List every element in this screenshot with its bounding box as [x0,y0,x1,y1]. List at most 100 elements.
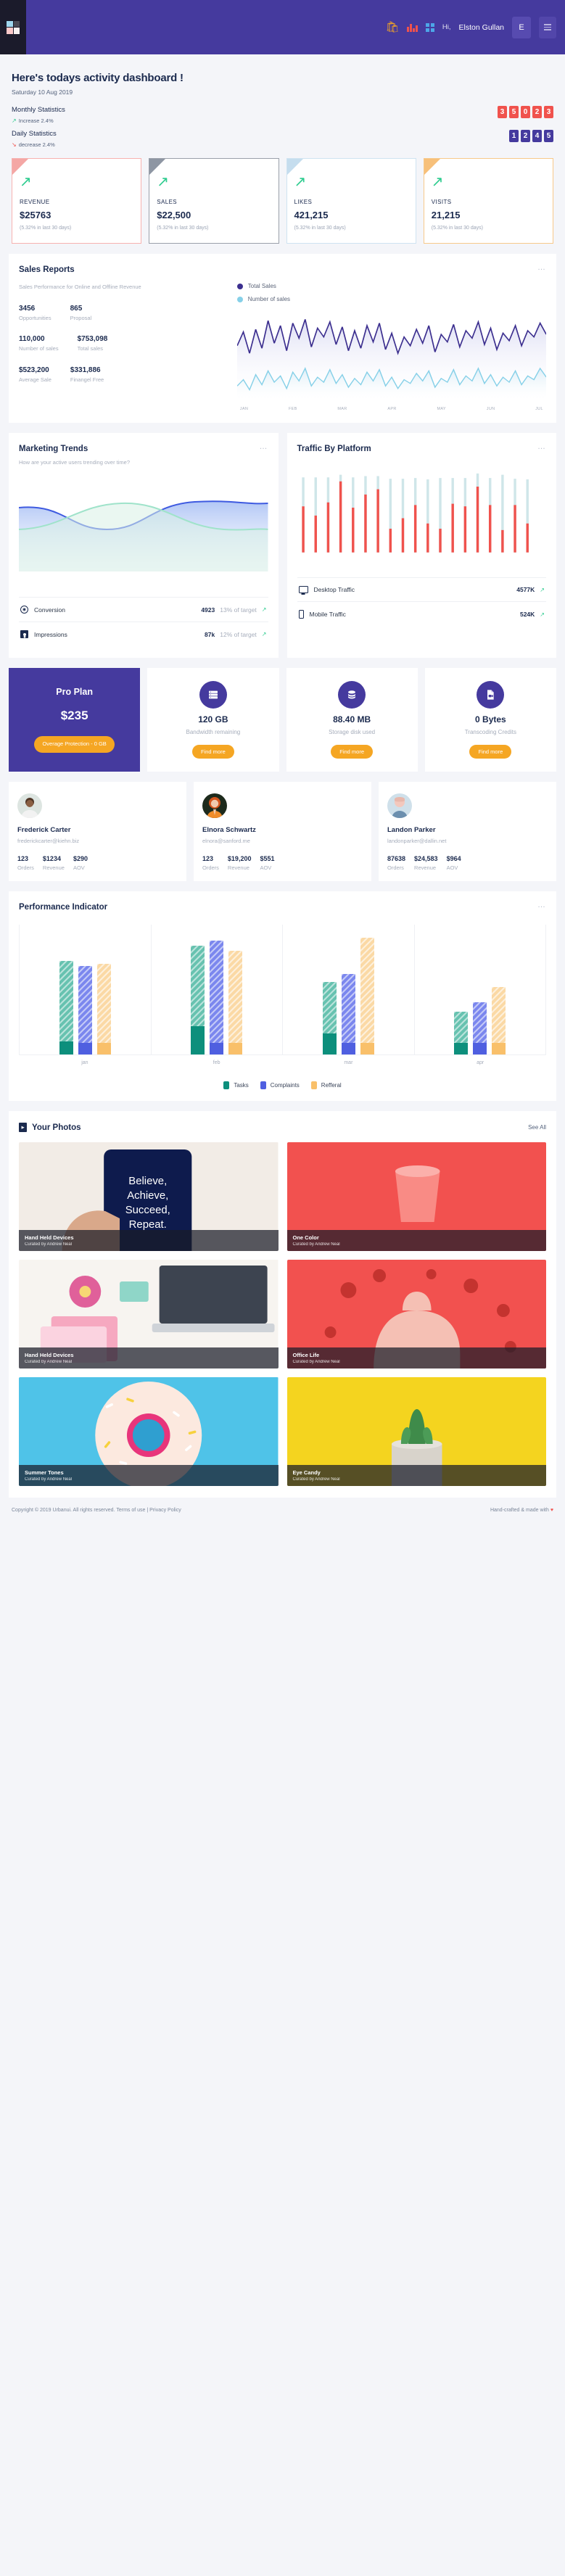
person-card[interactable]: Elnora Schwartz elnora@sanford.me 123 Or… [194,782,371,882]
overage-protection-button[interactable]: Overage Protection - 0 GB [34,736,115,754]
bar-tasks [322,925,337,1055]
stat-caption: Number of sales [19,345,59,352]
pro-plan-price: $235 [60,709,88,723]
traffic-by-platform-card: Traffic By Platform … Desktop Traffic 45… [286,433,556,659]
arrow-down-icon: ↘ [12,141,17,148]
avatar [202,793,227,819]
photo-subtitle: Curated by Andrew Neal [25,1477,73,1482]
grid-icon[interactable] [425,22,434,32]
stat-caption: AOV [446,864,458,872]
photo-title: Summer Tones [25,1469,64,1477]
photos-header: Your Photos See All [19,1123,546,1133]
trend-up-icon: ↗ [431,174,444,190]
kpi-name: VISITS [431,199,452,205]
monthly-delta-text: Increase 2.4% [18,117,54,124]
bandwidth-value: 120 GB [198,714,228,725]
metric-row-desktop-traffic: Desktop Traffic 4577K ↗ [297,577,546,601]
person-card[interactable]: Landon Parker landonparker@dallin.net 87… [379,782,556,882]
brand-logo-block[interactable] [0,0,26,54]
stat-value: 123 [202,855,214,863]
avatar [387,793,412,819]
kpi-card-row: ↗ REVENUE $25763 (5.32% in last 30 days)… [9,148,556,244]
basket-icon[interactable]: 🛍 [385,22,399,33]
performance-group-feb [152,925,283,1055]
metric-percent: 12% of target [220,630,257,638]
stat-caption: Proposal [70,314,92,321]
arrow-up-icon: ↗ [540,611,545,618]
kpi-card-visits[interactable]: ↗ VISITS 21,215 (5.32% in last 30 days) [423,158,553,244]
performance-bar-groups [19,925,546,1056]
photos-title: Your Photos [32,1123,81,1132]
legend-label: Tasks [234,1082,249,1089]
kpi-name: SALES [157,199,178,205]
photo-title: One Color [292,1234,319,1242]
kpi-card-revenue[interactable]: ↗ REVENUE $25763 (5.32% in last 30 days) [12,158,142,244]
axis-tick: mar [344,1060,353,1066]
performance-header: Performance Indicator … [19,901,546,912]
photo-title: Hand Held Devices [25,1234,74,1242]
privacy-policy-link[interactable]: Privacy Policy [149,1508,181,1513]
performance-title: Performance Indicator [19,903,108,912]
find-more-button[interactable]: Find more [469,745,512,759]
photo-title: Office Life [292,1352,320,1359]
person-card[interactable]: Frederick Carter frederickcarter@kiehn.b… [9,782,186,882]
topbar-right-group: 🛍 Hi, Elston Gullan E [26,0,565,54]
digit: 2 [521,130,530,142]
metric-left-group: Impressions [20,630,67,639]
legend-label: Refferal [321,1082,342,1089]
kpi-value: $25763 [20,210,51,220]
traffic-platform-menu-icon[interactable]: … [537,443,546,450]
stat-caption: Finangel Free [70,376,104,383]
photos-title-group: Your Photos [19,1123,81,1133]
photo-tile[interactable]: Hand Held Devices Curated by Andrew Neal [19,1260,279,1369]
app-logo-icon [7,20,20,34]
marketing-trends-menu-icon[interactable]: … [260,443,268,450]
person-name: Frederick Carter [17,826,71,835]
avatar[interactable]: E [512,16,531,38]
metric-left-group: Mobile Traffic [298,610,346,619]
sales-stat: $523,200 Average Sale [19,366,51,384]
sales-stat: $753,098 Total sales [78,335,108,353]
performance-menu-icon[interactable]: … [537,901,546,909]
arrow-up-icon: ↗ [261,631,267,638]
metric-row-conversion: ◉ Conversion 4923 13% of target ↗ [19,597,268,622]
hamburger-menu-icon[interactable] [539,16,556,38]
server-icon [199,681,227,709]
photo-tile[interactable]: Office Life Curated by Andrew Neal [286,1260,546,1369]
photo-tile[interactable]: Believe, Achieve, Succeed, Repeat. Hand … [19,1142,279,1252]
axis-tick: feb [213,1060,220,1066]
metric-left-group: ◉ Conversion [20,606,65,614]
sales-stat: 3456 Opportunities [19,305,51,323]
bar-tasks [191,925,205,1055]
footer-right: Hand-crafted & made with ♥ [490,1508,553,1513]
bandwidth-caption: Bandwidth remaining [186,729,241,736]
sales-reports-menu-icon[interactable]: … [537,264,546,271]
legend-label: Total Sales [247,283,276,290]
terms-of-use-link[interactable]: Terms of use [116,1508,145,1513]
sales-reports-subtitle: Sales Performance for Online and Offline… [19,284,141,291]
find-more-button[interactable]: Find more [191,745,234,759]
photo-tile[interactable]: One Color Curated by Andrew Neal [286,1142,546,1252]
bar-refferal [96,925,111,1055]
bar-complaints [78,925,92,1055]
kpi-card-likes[interactable]: ↗ LIKES 421,215 (5.32% in last 30 days) [286,158,416,244]
bar-chart-icon[interactable] [407,22,418,32]
corner-fold-decor [286,159,303,175]
photo-tile[interactable]: Eye Candy Curated by Andrew Neal [286,1377,546,1487]
digit: 0 [521,106,530,118]
kpi-value: 21,215 [431,210,461,220]
storage-caption: Storage disk used [329,729,376,736]
photo-tile[interactable]: Summer Tones Curated by Andrew Neal [19,1377,279,1487]
see-all-link[interactable]: See All [528,1124,546,1131]
legend-item-complaints: Complaints [260,1081,300,1090]
transcoding-card: 0 Bytes Transcoding Credits Find more [424,668,556,772]
storage-value: 88.40 MB [333,714,371,725]
metric-value: 4923 [201,606,215,614]
page-container: Here's todays activity dashboard ! Satur… [0,54,565,1498]
stat-value: $551 [260,855,275,863]
kpi-card-sales[interactable]: ↗ SALES $22,500 (5.32% in last 30 days) [149,158,279,244]
performance-group-jan [19,925,152,1055]
photo-grid: Believe, Achieve, Succeed, Repeat. Hand … [19,1142,546,1487]
find-more-button[interactable]: Find more [331,745,373,759]
marketing-trends-card: Marketing Trends … How are your active u… [9,433,279,659]
